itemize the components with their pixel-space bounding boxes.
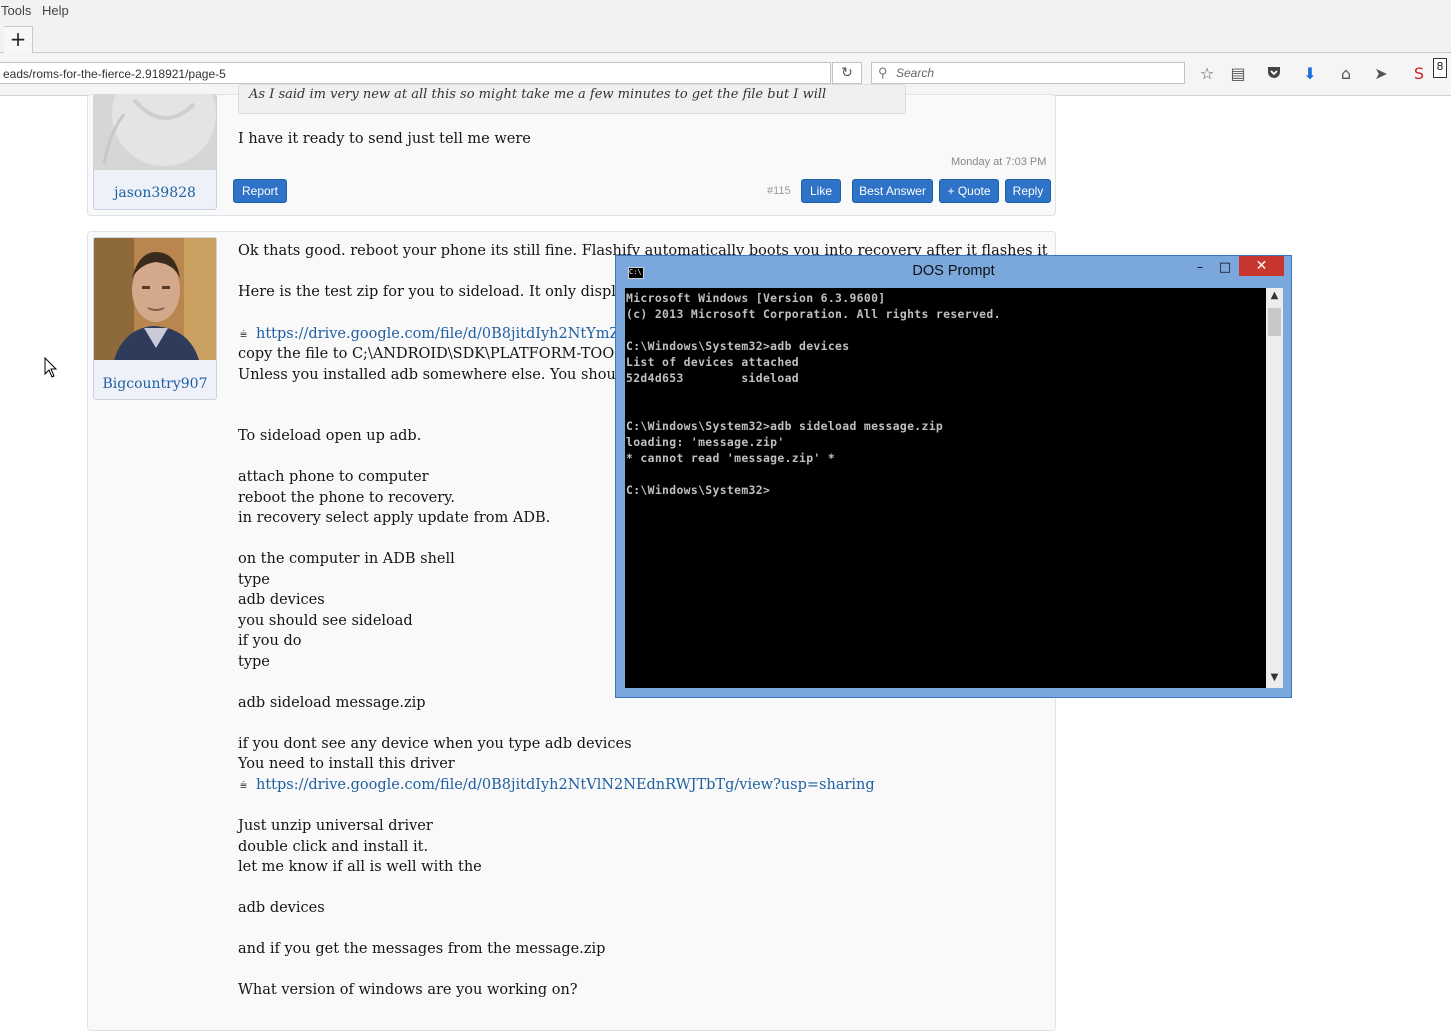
link-icon: ⩧ — [240, 327, 248, 341]
mouse-cursor-icon — [44, 357, 58, 378]
menu-bar: Tools Help — [0, 0, 1451, 22]
home-icon[interactable]: ⌂ — [1336, 64, 1356, 84]
user-avatar-photo — [94, 238, 216, 360]
reading-list-icon[interactable]: ▤ — [1228, 64, 1248, 84]
link-icon: ⩧ — [240, 778, 248, 792]
addon-icon[interactable]: S — [1409, 64, 1429, 84]
window-title-bar[interactable]: C:\ DOS Prompt – □ ✕ — [616, 256, 1291, 287]
close-button[interactable]: ✕ — [1239, 256, 1284, 276]
console-scrollbar[interactable]: ▲ ▼ — [1266, 288, 1283, 688]
search-icon: ⚲ — [878, 65, 888, 80]
minimize-button[interactable]: – — [1190, 258, 1210, 277]
console-output: Microsoft Windows [Version 6.3.9600] (c)… — [626, 291, 1001, 497]
badge-counter: 8 — [1433, 58, 1447, 78]
url-bar[interactable]: eads/roms-for-the-fierce-2.918921/page-5 — [0, 62, 831, 84]
message-line-3: copy the file to C;\ANDROID\SDK\PLATFORM… — [238, 346, 653, 362]
message-body: To sideload open up adb. attach phone to… — [238, 428, 632, 772]
quote-text: As I said im very new at all this so mig… — [249, 87, 827, 102]
maximize-button[interactable]: □ — [1215, 258, 1235, 277]
like-button[interactable]: Like — [801, 179, 841, 203]
user-card-bigcountry907: Bigcountry907 — [93, 237, 217, 400]
best-answer-button[interactable]: Best Answer — [852, 179, 933, 203]
post-number[interactable]: #115 — [767, 185, 791, 197]
username-link[interactable]: jason39828 — [94, 185, 216, 201]
drive-link-message-zip[interactable]: https://drive.google.com/file/d/0B8jitdI… — [256, 326, 649, 342]
menu-help[interactable]: Help — [42, 3, 69, 18]
message-line-2: Here is the test zip for you to sideload… — [238, 284, 672, 300]
tab-strip — [0, 22, 1451, 53]
username-link[interactable]: Bigcountry907 — [94, 376, 216, 392]
search-input[interactable]: ⚲ Search — [871, 62, 1185, 84]
report-button[interactable]: Report — [233, 179, 287, 203]
link-wrap: https://drive.google.com/file/d/0B8jitdI… — [256, 324, 649, 345]
reload-icon[interactable]: ↻ — [832, 62, 862, 84]
download-icon[interactable]: ⬇ — [1300, 64, 1320, 84]
default-avatar-icon — [94, 94, 216, 170]
send-icon[interactable]: ➤ — [1371, 64, 1391, 84]
quote-button[interactable]: + Quote — [939, 179, 999, 203]
scroll-thumb[interactable] — [1268, 308, 1281, 336]
scroll-up-icon[interactable]: ▲ — [1266, 290, 1283, 301]
quote-block: As I said im very new at all this so mig… — [238, 84, 906, 114]
reply-button[interactable]: Reply — [1005, 179, 1051, 203]
post-timestamp[interactable]: Monday at 7:03 PM — [951, 156, 1046, 168]
message-text: I have it ready to send just tell me wer… — [238, 131, 531, 147]
search-placeholder: Search — [896, 66, 935, 80]
link-wrap: https://drive.google.com/file/d/0B8jitdI… — [256, 775, 875, 796]
user-card-jason39828: jason39828 — [93, 94, 217, 210]
message-body-2: Just unzip universal driver double click… — [238, 818, 606, 998]
star-icon[interactable]: ☆ — [1197, 64, 1217, 84]
scroll-down-icon[interactable]: ▼ — [1266, 672, 1283, 683]
dos-prompt-window[interactable]: C:\ DOS Prompt – □ ✕ Microsoft Windows [… — [615, 255, 1292, 698]
new-tab-button[interactable]: + — [4, 26, 33, 53]
drive-link-driver[interactable]: https://drive.google.com/file/d/0B8jitdI… — [256, 777, 875, 793]
pocket-icon[interactable] — [1264, 64, 1284, 84]
console-area[interactable]: Microsoft Windows [Version 6.3.9600] (c)… — [625, 288, 1266, 688]
menu-tools[interactable]: Tools — [1, 3, 31, 18]
message-line-4: Unless you installed adb somewhere else.… — [238, 367, 673, 383]
